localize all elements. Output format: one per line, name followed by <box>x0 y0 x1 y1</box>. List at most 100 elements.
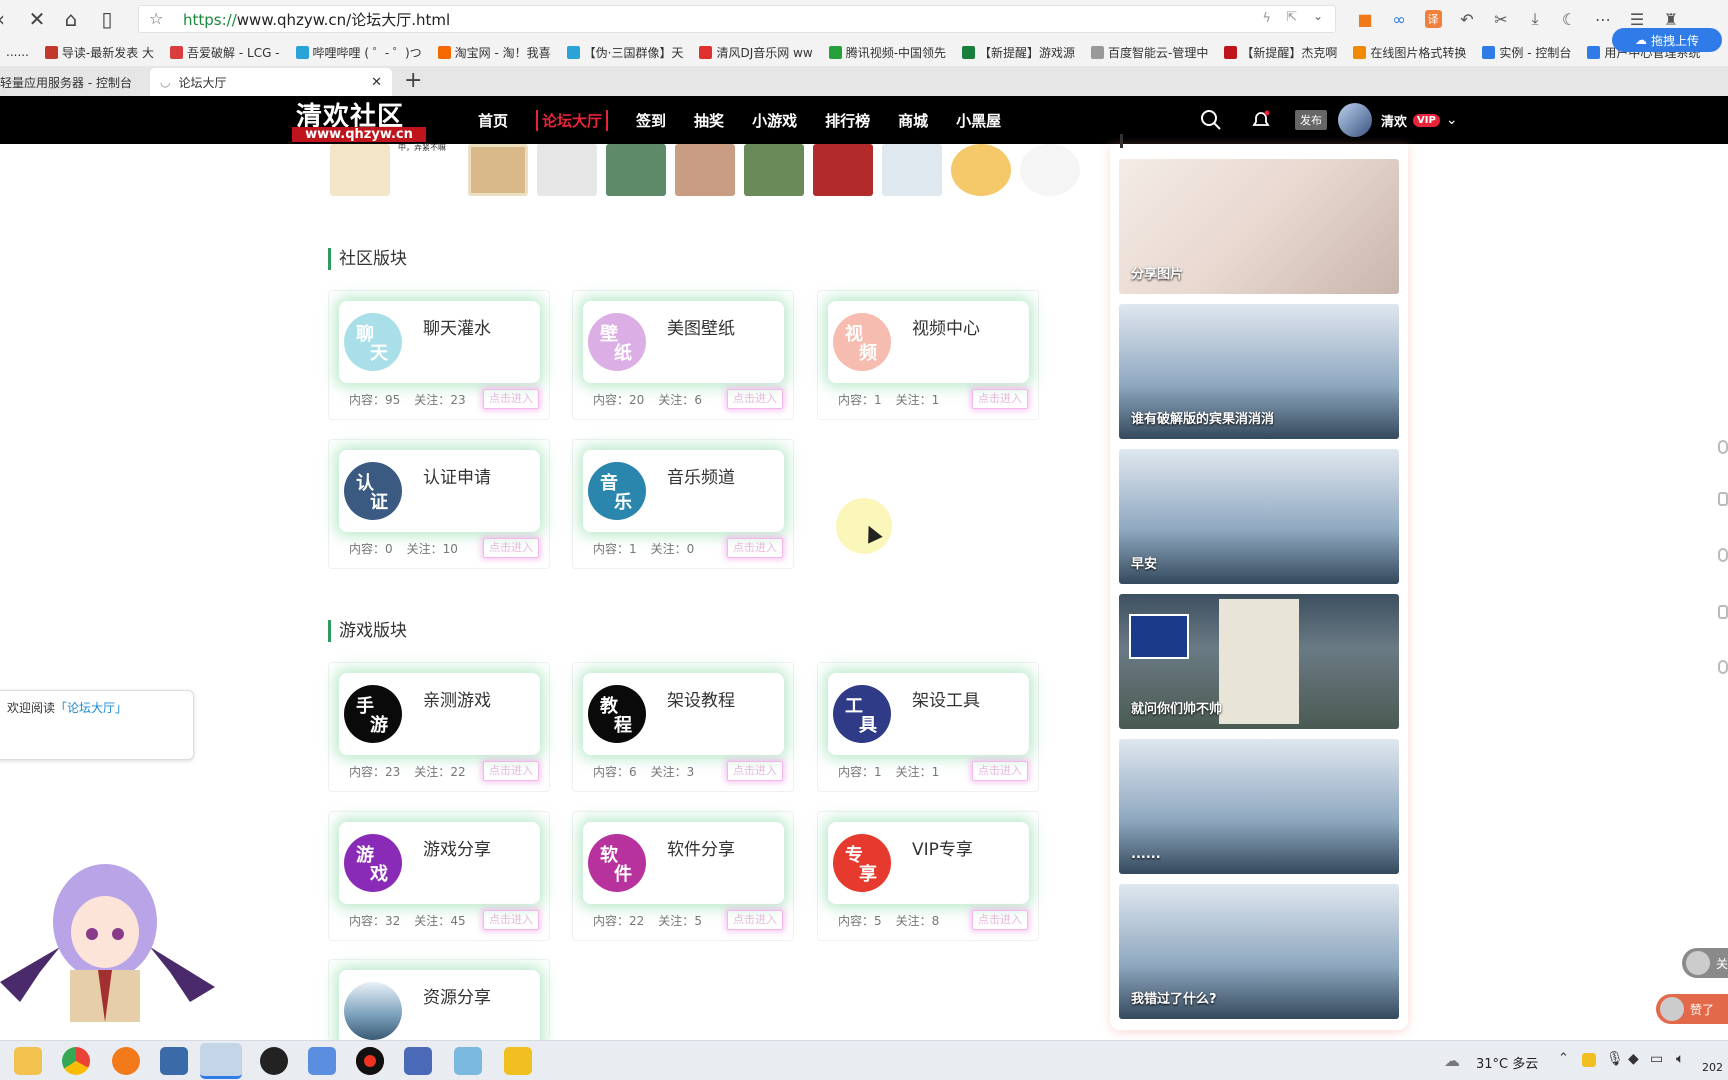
board-name[interactable]: 软件分享 <box>667 835 735 860</box>
board-card-body[interactable]: 手游亲测游戏 <box>339 673 540 755</box>
follow-float-button[interactable]: 关 <box>1682 948 1728 978</box>
picture-post-title[interactable]: 谁有破解版的宾果消消消 <box>1131 408 1274 427</box>
chrome-icon[interactable] <box>62 1047 90 1075</box>
bookmark-item[interactable]: 淘宝网 - 淘！我喜 <box>437 44 551 61</box>
chevron-down-icon[interactable]: ⌄ <box>1313 9 1323 23</box>
user-menu[interactable]: 清欢 VIP ⌄ <box>1381 96 1458 144</box>
nav-item-7[interactable]: 小黑屋 <box>956 110 1001 131</box>
site-logo[interactable]: 清欢社区 www.qhzyw.cn <box>292 96 426 144</box>
picture-post-title[interactable]: 我错过了什么? <box>1131 988 1217 1007</box>
download-icon[interactable]: ⤓ <box>1520 4 1550 34</box>
board-card-body[interactable]: 工具架设工具 <box>828 673 1029 755</box>
tab-forum-hall[interactable]: ◡ 论坛大厅 ✕ <box>150 68 392 96</box>
picture-post[interactable]: 我错过了什么? <box>1119 884 1399 1019</box>
recent-image-thumb[interactable] <box>330 144 390 196</box>
board-name[interactable]: 美图壁纸 <box>667 314 735 339</box>
upload-button[interactable]: ☁ 拖拽上传 <box>1612 28 1722 52</box>
enter-board-button[interactable]: 点击进入 <box>727 910 783 930</box>
nav-item-3[interactable]: 抽奖 <box>694 110 724 131</box>
mascot-character[interactable] <box>0 852 215 1022</box>
search-icon[interactable] <box>1200 96 1222 144</box>
star-icon[interactable]: ☆ <box>149 9 163 28</box>
notes-app-icon[interactable] <box>454 1047 482 1075</box>
board-card-body[interactable]: 游戏游戏分享 <box>339 822 540 904</box>
bookmark-item[interactable]: 哔哩哔哩 ( ゜- ゜)つ <box>295 44 422 61</box>
board-card-body[interactable]: 壁纸美图壁纸 <box>583 301 784 383</box>
board-card[interactable]: 聊天聊天灌水 内容：95 关注：23 点击进入 <box>328 290 550 420</box>
weather-icon[interactable]: ☁ <box>1444 1051 1460 1070</box>
nav-item-4[interactable]: 小游戏 <box>752 110 797 131</box>
recent-image-thumb[interactable] <box>1020 144 1080 196</box>
bell-icon[interactable] <box>1250 96 1272 144</box>
picture-post-title[interactable]: 就问你们帅不帅 <box>1131 698 1222 717</box>
board-card[interactable]: 专享 VIP专享 内容：5 关注：8 点击进入 <box>817 811 1039 941</box>
scissors-icon[interactable]: ✂ <box>1486 4 1516 34</box>
enter-board-button[interactable]: 点击进入 <box>972 910 1028 930</box>
recent-image-thumb[interactable] <box>675 144 735 196</box>
bookmark-item[interactable]: 吾爱破解 - LCG - <box>170 44 280 61</box>
bookmark-item[interactable]: ...... <box>6 45 29 59</box>
network-icon[interactable]: ▭ <box>1650 1051 1663 1067</box>
undo-icon[interactable]: ↶ <box>1452 4 1482 34</box>
bookmark-item[interactable]: 【新提醒】杰克啊 <box>1224 44 1337 61</box>
picture-post[interactable]: 分享图片 <box>1119 159 1399 294</box>
side-tool-icon[interactable] <box>1718 492 1728 506</box>
bookmark-item[interactable]: 腾讯视频-中国领先 <box>828 44 946 61</box>
bolt-icon[interactable]: ϟ <box>1262 11 1271 26</box>
back-icon[interactable]: ‹ <box>0 4 16 34</box>
enter-board-button[interactable]: 点击进入 <box>972 761 1028 781</box>
home-icon[interactable]: ⌂ <box>56 4 86 34</box>
enter-board-button[interactable]: 点击进入 <box>727 389 783 409</box>
recent-image-thumb[interactable] <box>951 144 1011 196</box>
enter-board-button[interactable]: 点击进入 <box>727 761 783 781</box>
pill-app-icon[interactable] <box>504 1047 532 1075</box>
recent-image-thumb[interactable] <box>882 144 942 196</box>
board-name[interactable]: 架设工具 <box>912 686 980 711</box>
board-card[interactable]: 视频视频中心 内容：1 关注：1 点击进入 <box>817 290 1039 420</box>
bookmark-item[interactable]: 在线图片格式转换 <box>1353 44 1466 61</box>
side-tool-icon[interactable] <box>1718 660 1728 674</box>
cloud-app-icon[interactable] <box>308 1047 336 1075</box>
clock-text[interactable]: 202 <box>1702 1061 1723 1074</box>
board-card[interactable]: 手游亲测游戏 内容：23 关注：22 点击进入 <box>328 662 550 792</box>
like-float-button[interactable]: 赞了 <box>1656 994 1728 1024</box>
recent-image-thumb[interactable] <box>813 144 873 196</box>
nav-item-5[interactable]: 排行榜 <box>825 110 870 131</box>
remote-desktop-icon[interactable] <box>160 1047 188 1075</box>
record-icon[interactable] <box>356 1047 384 1075</box>
nav-item-1[interactable]: 论坛大厅 <box>536 109 609 131</box>
board-name[interactable]: 音乐频道 <box>667 463 735 488</box>
reader-icon[interactable]: ▯ <box>92 4 122 34</box>
picture-post[interactable]: 谁有破解版的宾果消消消 <box>1119 304 1399 439</box>
bookmark-item[interactable]: 【伪·三国群像】天 <box>566 44 683 61</box>
board-card-body[interactable]: 教程架设教程 <box>583 673 784 755</box>
firefox-icon[interactable] <box>112 1047 140 1075</box>
recent-image-thumb[interactable] <box>468 144 528 196</box>
bookmark-item[interactable]: 实例 - 控制台 <box>1482 44 1571 61</box>
more-icon[interactable]: ⋯ <box>1588 4 1618 34</box>
board-name[interactable]: 认证申请 <box>423 463 491 488</box>
bookmark-item[interactable]: 【新提醒】游戏源 <box>962 44 1075 61</box>
board-card-body[interactable]: 专享 VIP专享 <box>828 822 1029 904</box>
board-card-body[interactable]: 音乐音乐频道 <box>583 450 784 532</box>
picture-post[interactable]: 就问你们帅不帅 <box>1119 594 1399 729</box>
side-tool-icon[interactable] <box>1718 440 1728 454</box>
enter-board-button[interactable]: 点击进入 <box>483 538 539 558</box>
tray-chevron-icon[interactable]: ⌃ <box>1558 1051 1569 1066</box>
board-name[interactable]: VIP专享 <box>912 835 973 860</box>
recent-image-thumb[interactable] <box>606 144 666 196</box>
enter-board-button[interactable]: 点击进入 <box>972 389 1028 409</box>
moon-icon[interactable]: ☾ <box>1554 4 1584 34</box>
recent-image-thumb[interactable] <box>744 144 804 196</box>
board-name[interactable]: 游戏分享 <box>423 835 491 860</box>
bookmark-item[interactable]: 清风DJ音乐网 ww <box>699 44 813 61</box>
tab-server-console[interactable]: 轻量应用服务器 - 控制台 <box>0 68 140 96</box>
board-card-body[interactable]: 视频视频中心 <box>828 301 1029 383</box>
file-explorer-icon[interactable] <box>14 1047 42 1075</box>
welcome-link[interactable]: 「论坛大厅」 <box>55 701 127 715</box>
enter-board-button[interactable]: 点击进入 <box>483 910 539 930</box>
enter-board-button[interactable]: 点击进入 <box>483 389 539 409</box>
picture-post[interactable]: ...... <box>1119 739 1399 874</box>
picture-post-title[interactable]: 分享图片 <box>1131 263 1183 282</box>
board-card[interactable]: 软件软件分享 内容：22 关注：5 点击进入 <box>572 811 794 941</box>
